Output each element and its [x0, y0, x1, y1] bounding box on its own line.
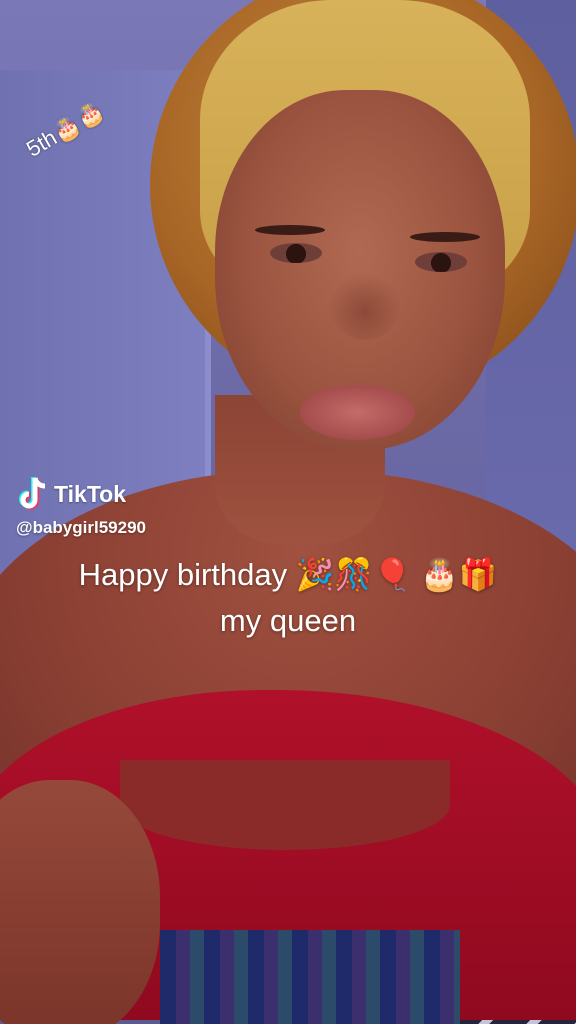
person-chest-shadow	[120, 760, 450, 850]
tiktok-logo-icon	[18, 476, 48, 512]
person-right-eye	[415, 252, 467, 272]
person-arm	[0, 780, 160, 1024]
video-frame[interactable]: 5th🎂🎂 TikTok @babygirl59290 Happy birthd…	[0, 0, 576, 1024]
tiktok-watermark: TikTok	[18, 476, 126, 512]
caption-line-1: Happy birthday 🎉🎊🎈 🎂🎁	[78, 557, 498, 592]
video-caption: Happy birthday 🎉🎊🎈 🎂🎁 my queen	[0, 552, 576, 644]
person-lips	[300, 385, 415, 440]
creator-handle[interactable]: @babygirl59290	[16, 518, 146, 538]
caption-line-2: my queen	[219, 603, 357, 638]
person-skirt	[160, 930, 460, 1024]
person-left-eye	[270, 243, 322, 263]
person-right-brow	[410, 232, 480, 242]
tiktok-brand-text: TikTok	[54, 480, 126, 507]
person-nose	[330, 270, 400, 340]
person-left-brow	[255, 225, 325, 235]
